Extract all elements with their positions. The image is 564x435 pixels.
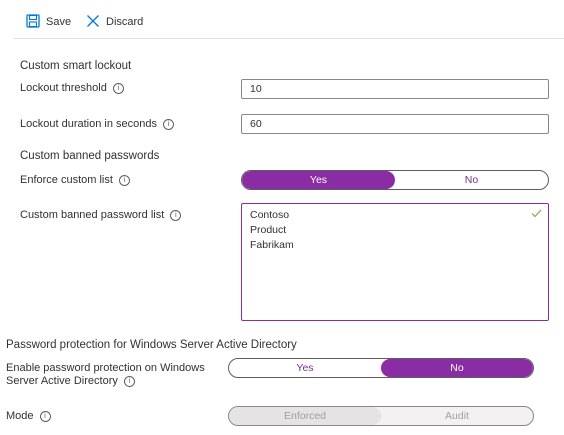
enable-no-option[interactable]: No: [381, 359, 533, 377]
enable-ad-protection-label: Enable password protection on Windows Se…: [6, 362, 205, 387]
enable-ad-protection-toggle[interactable]: Yes No: [228, 358, 534, 378]
enforce-yes-option[interactable]: Yes: [242, 171, 395, 189]
list-item: Fabrikam: [250, 239, 294, 251]
discard-button[interactable]: Discard: [86, 12, 143, 32]
save-label: Save: [46, 16, 72, 28]
enforce-custom-list-toggle[interactable]: Yes No: [241, 170, 549, 190]
mode-toggle[interactable]: Enforced Audit: [228, 406, 534, 426]
enforce-custom-list-label: Enforce custom list i: [20, 174, 130, 186]
info-icon[interactable]: i: [123, 376, 135, 387]
enforce-no-option[interactable]: No: [395, 171, 548, 189]
mode-enforced-option[interactable]: Enforced: [229, 407, 381, 425]
mode-audit-option[interactable]: Audit: [381, 407, 533, 425]
save-icon: [26, 13, 40, 31]
info-icon[interactable]: i: [112, 82, 124, 94]
info-icon[interactable]: i: [118, 174, 130, 186]
discard-label: Discard: [106, 16, 144, 28]
lockout-threshold-input[interactable]: 10: [241, 79, 549, 99]
close-icon: [86, 14, 100, 31]
enable-yes-option[interactable]: Yes: [229, 359, 381, 377]
banned-password-list-label: Custom banned password list i: [20, 209, 182, 221]
ad-protection-title: Password protection for Windows Server A…: [6, 339, 297, 351]
banned-passwords-title: Custom banned passwords: [20, 150, 160, 162]
banned-password-list-input[interactable]: Contoso Product Fabrikam: [241, 203, 549, 321]
save-button[interactable]: Save: [26, 12, 71, 32]
mode-label: Mode i: [6, 410, 51, 422]
list-item: Contoso: [250, 209, 290, 221]
info-icon[interactable]: i: [39, 410, 51, 422]
list-item: Product: [250, 224, 287, 236]
checkmark-icon: [531, 208, 542, 223]
toolbar-divider: [14, 38, 564, 39]
info-icon[interactable]: i: [162, 118, 174, 130]
info-icon[interactable]: i: [170, 209, 182, 221]
smart-lockout-title: Custom smart lockout: [20, 60, 132, 72]
lockout-threshold-label: Lockout threshold i: [20, 82, 124, 94]
lockout-duration-label: Lockout duration in seconds i: [20, 118, 174, 130]
lockout-duration-input[interactable]: 60: [241, 114, 549, 134]
